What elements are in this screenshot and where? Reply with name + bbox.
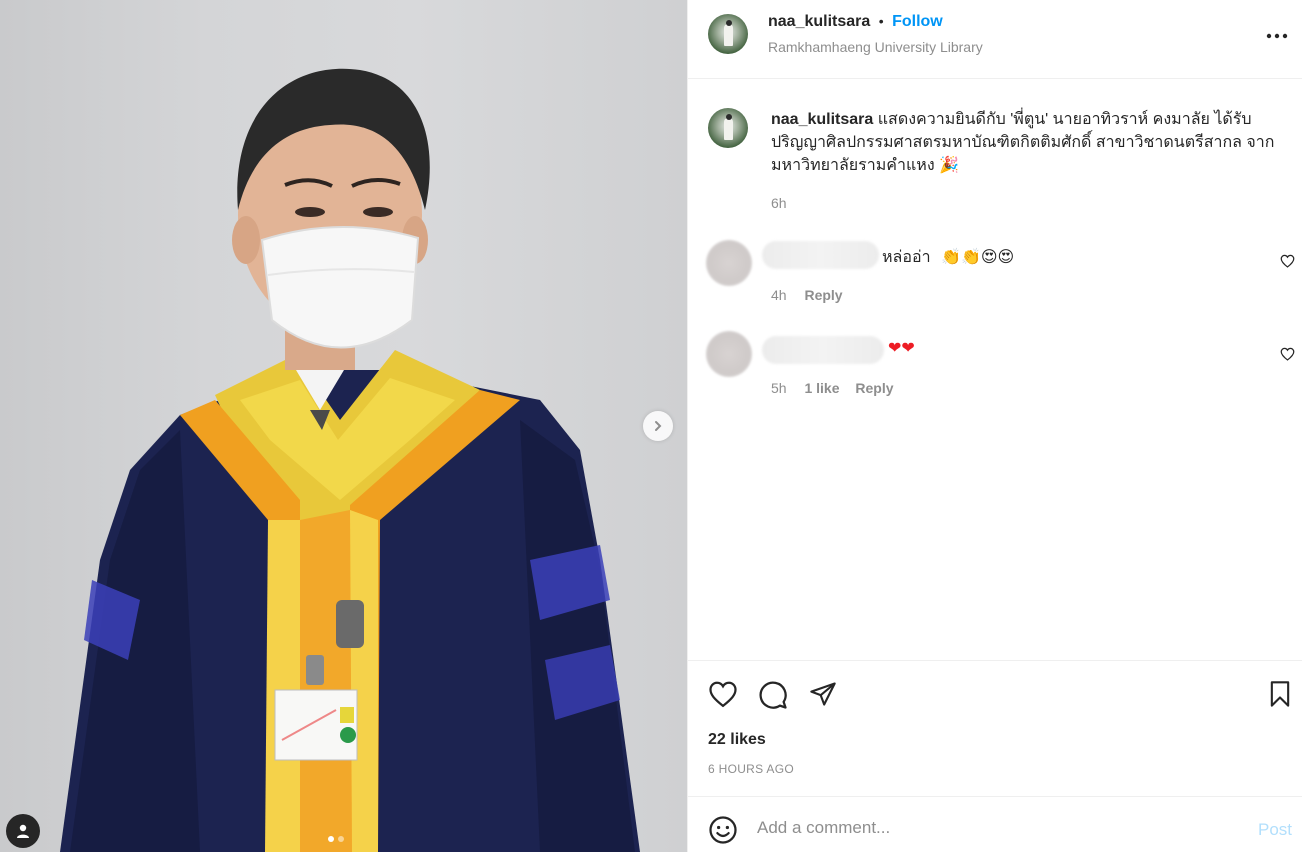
comment-text: หล่ออ่า 👏👏😍😍	[882, 245, 1014, 270]
share-button[interactable]	[808, 680, 838, 713]
caption-avatar[interactable]	[708, 108, 748, 148]
caption: naa_kulitsara แสดงความยินดีกับ 'พี่ตูน' …	[771, 108, 1286, 177]
comment-time: 5h	[771, 380, 787, 396]
paper-plane-icon	[810, 682, 836, 706]
more-horizontal-icon	[1266, 33, 1288, 39]
smiley-icon	[709, 816, 737, 844]
next-photo-button[interactable]	[643, 411, 673, 441]
red-hearts-emojis: ❤❤	[888, 340, 915, 357]
commenter-avatar[interactable]	[706, 240, 752, 286]
bookmark-icon	[1270, 681, 1290, 707]
post-dialog: naa_kulitsara • Follow Ramkhamhaeng Univ…	[0, 0, 1302, 852]
speech-bubble-icon	[759, 681, 787, 709]
tagged-users-button[interactable]	[6, 814, 40, 848]
commenter-username-redacted	[762, 241, 879, 269]
author-avatar[interactable]	[708, 14, 748, 54]
caption-username[interactable]: naa_kulitsara	[771, 111, 873, 128]
post-photo[interactable]	[0, 0, 687, 852]
caption-text: naa_kulitsara แสดงความยินดีกับ 'พี่ตูน' …	[771, 108, 1286, 177]
post-comment-button[interactable]: Post	[1258, 820, 1292, 840]
chevron-right-icon	[655, 421, 662, 431]
post-location[interactable]: Ramkhamhaeng University Library	[768, 39, 983, 55]
carousel-indicator	[328, 836, 344, 842]
comment-meta: 5h 1 like Reply	[771, 380, 894, 396]
caption-time: 6h	[771, 195, 787, 211]
graduate-photo	[60, 68, 640, 852]
heart-outline-icon	[1280, 347, 1295, 361]
author-line: naa_kulitsara • Follow	[768, 13, 943, 31]
commenter-username-redacted	[762, 336, 884, 364]
comment-body: หล่ออ่า	[882, 249, 931, 266]
party-popper-emoji: 🎉	[939, 157, 960, 175]
comment-text: ❤❤	[888, 338, 915, 358]
comment-button[interactable]	[758, 680, 788, 715]
reply-button[interactable]: Reply	[855, 380, 893, 396]
user-icon	[17, 824, 29, 838]
like-comment-button[interactable]	[1280, 254, 1295, 273]
like-comment-button[interactable]	[1280, 347, 1295, 366]
comment-input[interactable]	[757, 818, 1197, 838]
follow-button[interactable]: Follow	[892, 13, 943, 30]
post-timestamp[interactable]: 6 HOURS AGO	[708, 762, 794, 776]
heart-outline-icon	[1280, 254, 1295, 268]
comment-time: 4h	[771, 287, 787, 303]
author-username[interactable]: naa_kulitsara	[768, 13, 870, 30]
carousel-dot-active	[328, 836, 334, 842]
commenter-avatar[interactable]	[706, 331, 752, 377]
more-options-button[interactable]	[1266, 26, 1288, 44]
separator-dot: •	[878, 13, 884, 29]
heart-icon	[709, 681, 737, 708]
emoji-picker-button[interactable]	[708, 815, 738, 850]
reply-button[interactable]: Reply	[804, 287, 842, 303]
clap-heart-eyes-emojis: 👏👏😍😍	[941, 249, 1015, 266]
likes-count[interactable]: 22 likes	[708, 731, 766, 749]
comment-meta: 4h Reply	[771, 287, 843, 303]
carousel-dot	[338, 836, 344, 842]
save-button[interactable]	[1267, 680, 1293, 713]
like-button[interactable]	[708, 680, 738, 713]
comment-likes-count[interactable]: 1 like	[804, 380, 839, 396]
